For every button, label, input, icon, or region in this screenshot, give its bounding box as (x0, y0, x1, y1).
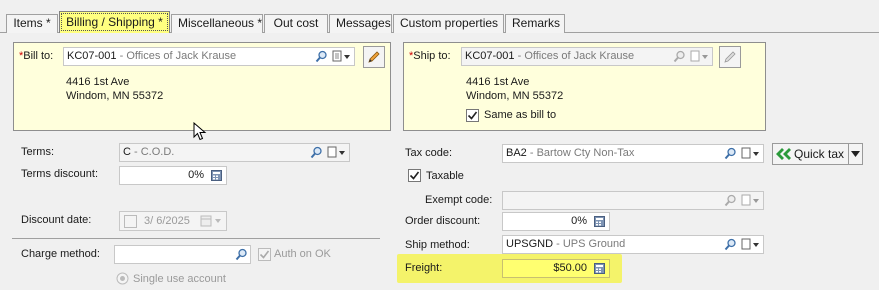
edit-bill-to-button[interactable] (363, 46, 385, 68)
terms-desc: - C.O.D. (130, 146, 175, 158)
charge-method-field[interactable] (114, 245, 251, 264)
search-icon[interactable] (309, 146, 323, 160)
bill-to-label: *Bill to: (19, 50, 54, 62)
tax-code-value: BA2 (506, 147, 527, 159)
quick-tax-button[interactable]: Quick tax (772, 143, 850, 165)
search-icon[interactable] (314, 50, 328, 64)
terms-code: C (123, 146, 131, 158)
auth-on-ok-checkbox (258, 248, 271, 261)
pencil-icon (368, 51, 380, 63)
checkmark-icon (467, 111, 478, 120)
exempt-code-field (502, 191, 764, 210)
terms-discount-label: Terms discount: (21, 168, 99, 180)
discount-date-value: 3/ 6/2025 (144, 215, 190, 227)
bill-to-field[interactable]: KC07-001 - Offices of Jack Krause (63, 47, 355, 66)
ship-to-label: *Ship to: (409, 50, 451, 62)
bill-to-code: KC07-001 (67, 50, 117, 62)
ship-method-field[interactable]: UPSGND - UPS Ground (502, 235, 764, 254)
lookup-menu-icon (690, 50, 710, 64)
ship-to-desc: - Offices of Jack Krause (514, 50, 635, 62)
terms-discount-field[interactable]: 0% (119, 166, 227, 185)
same-as-bill-to-checkbox[interactable] (466, 109, 479, 122)
single-use-label: Single use account (133, 273, 226, 285)
tax-code-label: Tax code: (405, 147, 453, 159)
lookup-menu-icon[interactable] (741, 147, 761, 161)
search-icon[interactable] (234, 248, 248, 262)
tab-custom-properties[interactable]: Custom properties (393, 14, 504, 33)
freight-field[interactable]: $50.00 (502, 259, 610, 278)
single-use-radio (116, 272, 129, 285)
terms-field[interactable]: C - C.O.D. (119, 143, 350, 162)
double-chevron-left-icon (776, 148, 791, 160)
ship-to-address-line2: Windom, MN 55372 (466, 90, 564, 102)
calculator-icon[interactable] (211, 170, 222, 181)
tax-code-desc: - Bartow Cty Non-Tax (526, 147, 635, 159)
lookup-menu-icon (741, 194, 761, 208)
discount-date-checkbox (124, 215, 137, 228)
taxable-label: Taxable (426, 170, 464, 182)
discount-date-field: 3/ 6/2025 (119, 211, 227, 231)
search-icon (723, 194, 737, 208)
ship-method-code: UPSGND (506, 238, 554, 250)
order-discount-label: Order discount: (405, 215, 481, 227)
order-discount-value: 0% (571, 215, 587, 227)
order-discount-field[interactable]: 0% (502, 212, 610, 231)
ship-method-label: Ship method: (405, 239, 470, 251)
tax-code-field[interactable]: BA2 - Bartow Cty Non-Tax (502, 144, 764, 163)
checkmark-icon (409, 171, 420, 180)
tab-remarks[interactable]: Remarks (505, 14, 565, 33)
search-icon[interactable] (723, 147, 737, 161)
search-icon[interactable] (723, 238, 737, 252)
edit-ship-to-button (719, 46, 741, 68)
exempt-code-label: Exempt code: (425, 194, 493, 206)
same-as-bill-to-label: Same as bill to (484, 109, 557, 121)
section-divider (12, 238, 380, 239)
ship-to-code: KC07-001 (465, 50, 515, 62)
tab-out-cost[interactable]: Out cost (264, 14, 328, 33)
lookup-menu-icon[interactable] (332, 50, 352, 64)
bill-to-panel: *Bill to: KC07-001 - Offices of Jack Kra… (13, 42, 391, 131)
lookup-menu-icon[interactable] (741, 238, 761, 252)
mouse-cursor-icon (193, 122, 207, 141)
calculator-icon[interactable] (594, 263, 605, 274)
pencil-icon (724, 51, 736, 63)
auth-on-ok-label: Auth on OK (274, 248, 331, 260)
freight-label: Freight: (405, 262, 443, 274)
ship-to-panel: *Ship to: KC07-001 - Offices of Jack Kra… (403, 42, 766, 131)
checkmark-icon (259, 250, 270, 259)
taxable-checkbox[interactable] (408, 169, 421, 182)
discount-date-label: Discount date: (21, 214, 92, 226)
bill-to-address-line1: 4416 1st Ave (66, 76, 130, 88)
ship-method-desc: - UPS Ground (553, 238, 626, 250)
search-icon (672, 50, 686, 64)
chevron-down-icon (851, 151, 860, 157)
charge-method-label: Charge method: (21, 248, 100, 260)
calendar-dropdown-icon (200, 215, 221, 227)
quick-tax-dropdown[interactable] (848, 143, 863, 165)
terms-label: Terms: (21, 146, 54, 158)
ship-to-field[interactable]: KC07-001 - Offices of Jack Krause (461, 47, 713, 66)
bill-to-desc: - Offices of Jack Krause (116, 50, 237, 62)
terms-discount-value: 0% (188, 169, 204, 181)
ship-to-address-line1: 4416 1st Ave (466, 76, 530, 88)
calculator-icon[interactable] (594, 216, 605, 227)
quick-tax-label: Quick tax (794, 147, 845, 161)
bill-to-address-line2: Windom, MN 55372 (66, 90, 164, 102)
tab-billing-shipping[interactable]: Billing / Shipping * (59, 11, 170, 33)
tab-miscellaneous[interactable]: Miscellaneous * (171, 14, 263, 33)
tab-items[interactable]: Items * (6, 14, 58, 33)
lookup-menu-icon[interactable] (327, 146, 347, 160)
tab-messages[interactable]: Messages (329, 14, 392, 33)
freight-value: $50.00 (553, 262, 587, 274)
